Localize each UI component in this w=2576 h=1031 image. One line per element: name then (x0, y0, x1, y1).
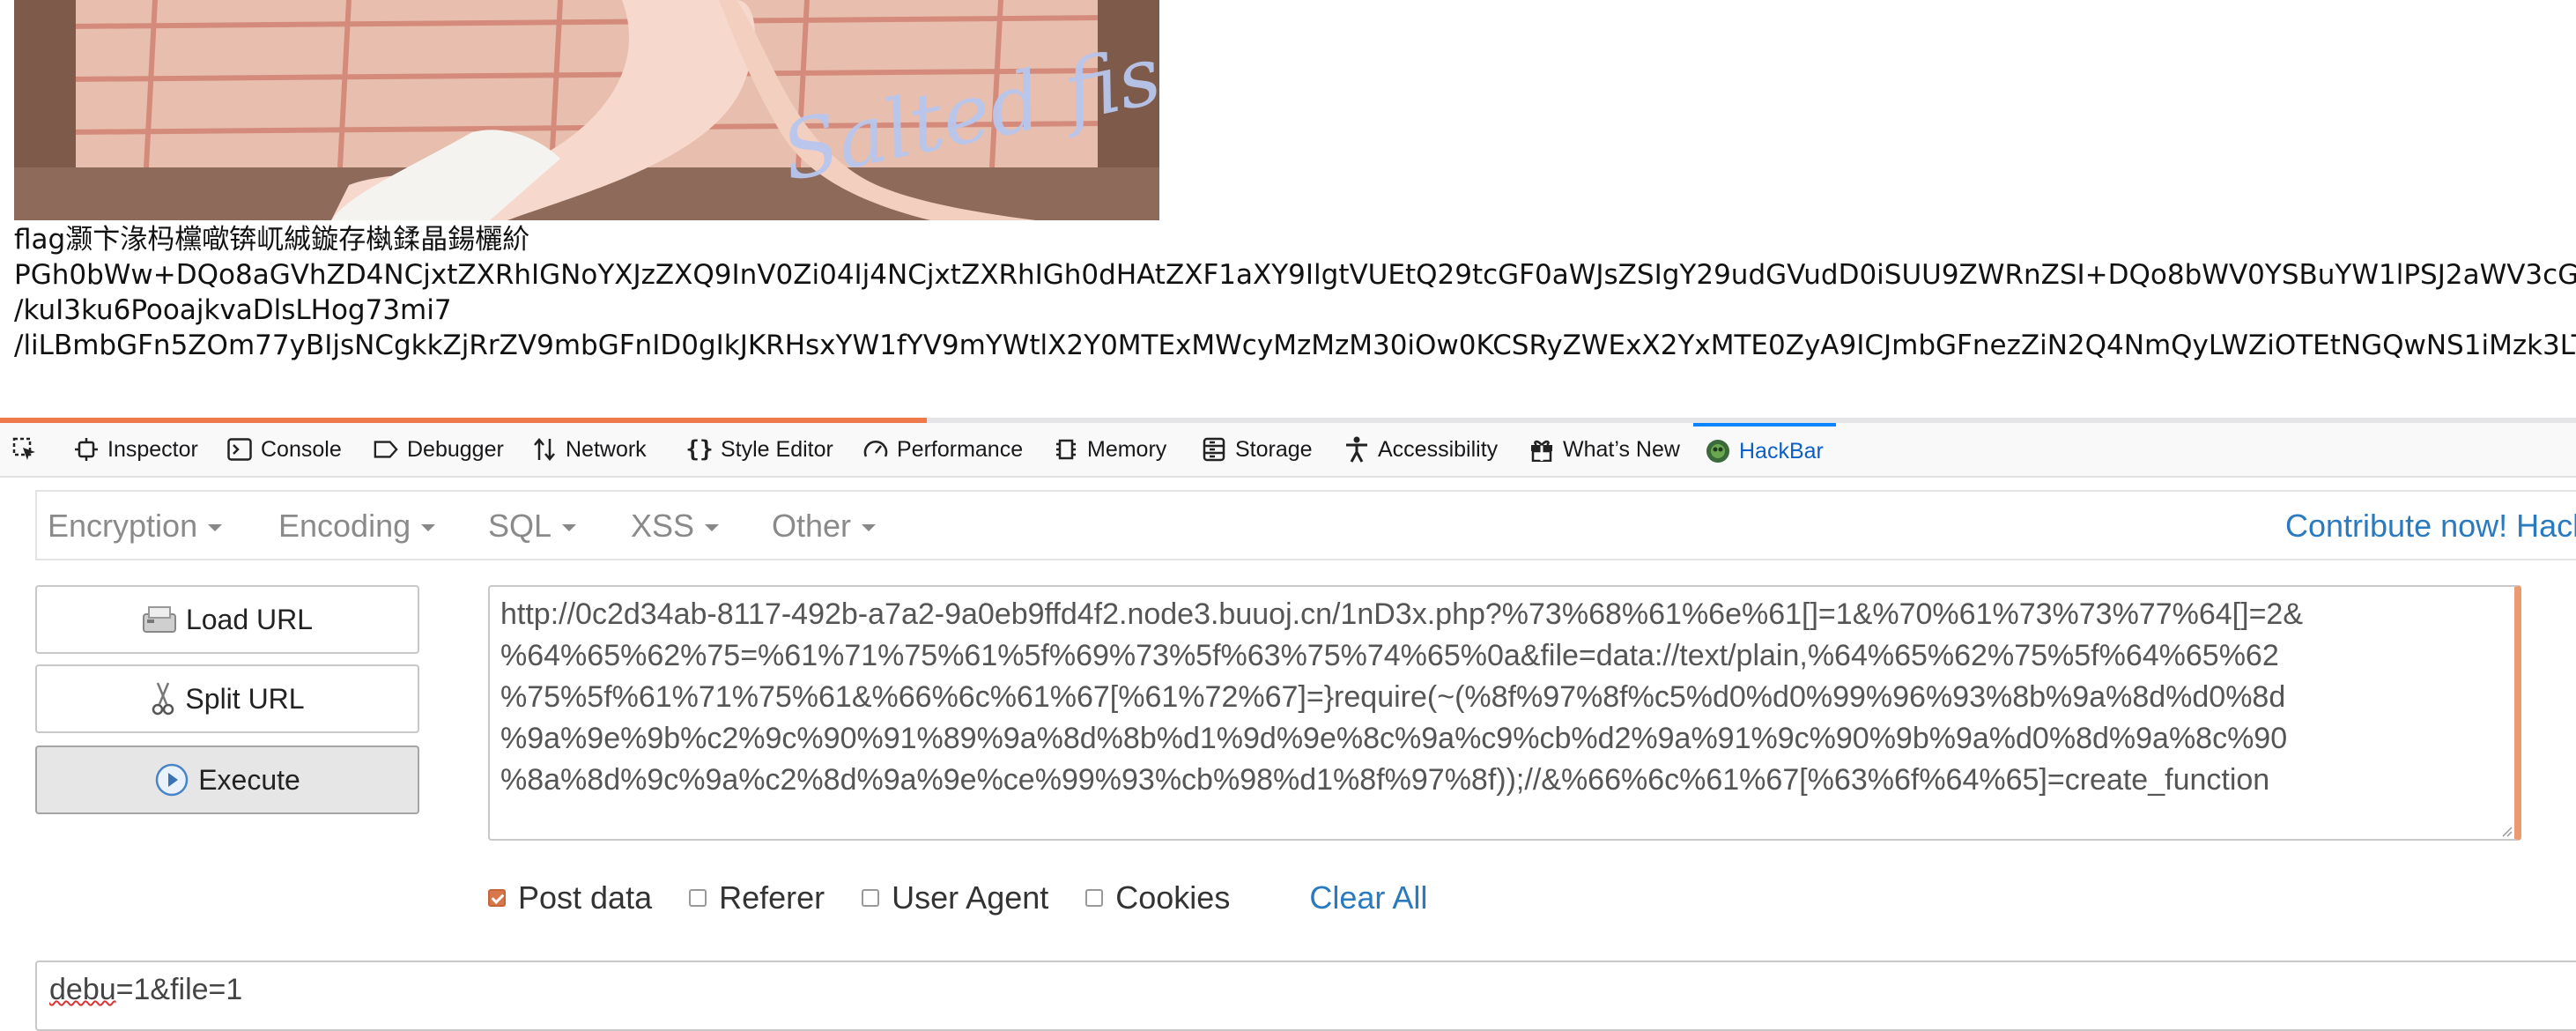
user-agent-checkbox[interactable]: User Agent (862, 879, 1048, 916)
tab-label: Memory (1087, 436, 1167, 462)
load-url-button[interactable]: Load URL (35, 585, 419, 654)
tab-label: Accessibility (1378, 436, 1499, 462)
gift-icon (1529, 437, 1554, 462)
checkbox-unchecked[interactable] (862, 889, 880, 907)
chevron-down-icon (421, 524, 436, 531)
tab-whats-new[interactable]: What’s New (1529, 423, 1680, 476)
base64-line: /kuI3ku6PooajkvaDlsLHog73mi7 (14, 294, 452, 326)
debugger-icon (374, 437, 398, 462)
tab-network[interactable]: Network (532, 423, 647, 476)
tab-inspector[interactable]: Inspector (74, 423, 198, 476)
tab-label: Style Editor (721, 436, 833, 462)
menu-encryption[interactable]: Encryption (48, 508, 223, 545)
menu-xss[interactable]: XSS (631, 508, 720, 545)
tab-memory[interactable]: Memory (1054, 423, 1166, 476)
chevron-down-icon (208, 524, 223, 531)
url-line: %8a%8d%9c%9a%c2%8d%9a%9e%ce%99%93%cb%98%… (500, 763, 2270, 797)
post-data-rest: =1&file=1 (115, 973, 243, 1006)
url-line: %64%65%62%75=%61%71%75%61%5f%69%73%5f%63… (500, 639, 2279, 672)
element-picker-button[interactable] (12, 423, 37, 476)
hackbar-menu-bar: Encryption Encoding SQL XSS Other Contri… (35, 490, 2576, 560)
element-picker-icon (12, 437, 37, 462)
execute-button[interactable]: Execute (35, 745, 419, 814)
checkbox-unchecked[interactable] (1085, 889, 1104, 907)
url-line: %9a%9e%9b%c2%9c%90%91%89%9a%8d%8b%d1%9d%… (500, 722, 2288, 755)
tab-console[interactable]: Console (227, 423, 342, 476)
cookies-checkbox[interactable]: Cookies (1085, 879, 1230, 916)
url-line: %75%5f%61%71%75%61&%66%6c%61%67[%61%72%6… (500, 680, 2286, 714)
url-line: http://0c2d34ab-8117-492b-a7a2-9a0eb9ffd… (500, 597, 2304, 631)
post-data-textarea[interactable]: debu=1&file=1 (35, 961, 2576, 1031)
request-options: Post data Referer User Agent Cookies Cle… (488, 876, 1427, 920)
post-data-checkbox[interactable]: Post data (488, 879, 652, 916)
checkbox-checked[interactable] (488, 889, 506, 907)
network-icon (532, 437, 557, 462)
contribute-link[interactable]: Contribute now! Hack (2285, 508, 2576, 545)
referer-checkbox[interactable]: Referer (689, 879, 825, 916)
load-url-icon (142, 604, 177, 635)
storage-icon (1202, 437, 1226, 462)
chevron-down-icon (562, 524, 577, 531)
tab-label: Inspector (107, 436, 198, 462)
base64-line: /liLBmbGFn5ZOm77yBIjsNCgkkZjRrZV9mbGFnID… (14, 330, 2576, 361)
tab-style-editor[interactable]: {} Style Editor (685, 423, 833, 476)
hackbar-panel: Encryption Encoding SQL XSS Other Contri… (0, 478, 2576, 1031)
checkbox-unchecked[interactable] (689, 889, 707, 907)
tab-label: Console (261, 436, 342, 462)
tab-label: Storage (1235, 436, 1313, 462)
scissors-icon (150, 681, 176, 716)
tab-performance[interactable]: Performance (863, 423, 1023, 476)
tab-accessibility[interactable]: Accessibility (1344, 423, 1498, 476)
chevron-down-icon (862, 524, 877, 531)
tab-label: Network (566, 436, 647, 462)
tab-hackbar[interactable]: HackBar (1693, 423, 1836, 476)
page-output-text: flag灏卞湪杩欓噷锛屼絾鏇存槸鍒晶鍚欐紒 PGh0bWw+DQo8aGVhZD… (14, 222, 2576, 363)
url-textarea[interactable]: http://0c2d34ab-8117-492b-a7a2-9a0eb9ffd… (488, 585, 2521, 841)
tab-debugger[interactable]: Debugger (374, 423, 504, 476)
anime-illustration: Salted fish (14, 0, 1159, 220)
menu-encoding[interactable]: Encoding (278, 508, 436, 545)
menu-other[interactable]: Other (772, 508, 877, 545)
inspector-icon (74, 437, 99, 462)
performance-icon (863, 437, 888, 462)
style-editor-icon: {} (685, 436, 714, 463)
memory-icon (1054, 437, 1078, 462)
hackbar-icon (1706, 439, 1730, 464)
console-icon (227, 437, 252, 462)
tab-label: Performance (897, 436, 1024, 462)
base64-line: PGh0bWw+DQo8aGVhZD4NCjxtZXRhIGNoYXJzZXQ9… (14, 259, 2576, 291)
play-icon (154, 762, 189, 797)
clear-all-link[interactable]: Clear All (1309, 879, 1427, 916)
tab-storage[interactable]: Storage (1202, 423, 1313, 476)
tab-label: Debugger (407, 436, 504, 462)
tab-label: HackBar (1739, 438, 1824, 464)
menu-sql[interactable]: SQL (488, 508, 577, 545)
chevron-down-icon (705, 524, 720, 531)
post-data-key: debu (49, 973, 116, 1006)
accessibility-icon (1344, 436, 1369, 463)
devtools-toolbar: Inspector Console Debugger Network {} St… (0, 423, 2576, 478)
split-url-button[interactable]: Split URL (35, 664, 419, 733)
flag-line: flag灏卞湪杩欓噷锛屼絾鏇存槸鍒晶鍚欐紒 (14, 224, 530, 256)
resize-handle-icon[interactable] (2498, 823, 2513, 837)
tab-label: What’s New (1563, 436, 1680, 462)
